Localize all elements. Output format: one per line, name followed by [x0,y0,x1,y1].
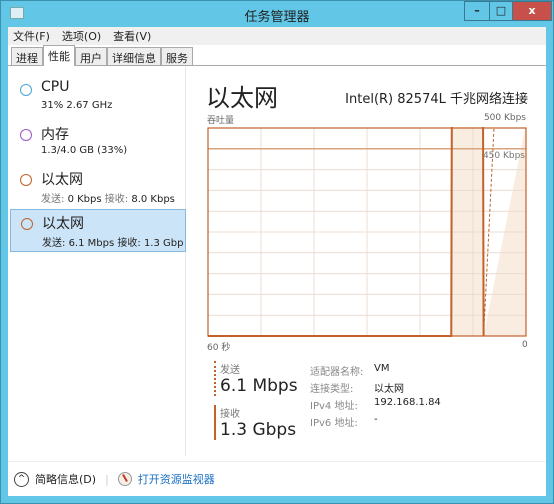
sidebar-item-memory[interactable]: 内存 1.3/4.0 GB (33%) [10,121,186,164]
minimize-button[interactable]: – [464,1,490,21]
maximize-button[interactable]: □ [489,1,513,21]
resource-list: CPU 31% 2.67 GHz 内存 1.3/4.0 GB (33%) 以太网… [8,66,186,456]
y-axis-label: 吞吐量 [207,116,235,126]
chevron-up-icon[interactable]: ^ [14,471,29,487]
receive-stat: 接收 1.3 Gbps [214,405,296,440]
fewer-details-button[interactable]: 简略信息(D) [35,471,96,487]
sidebar-item-ethernet-2[interactable]: 以太网 发送: 6.1 Mbps 接收: 1.3 Gbp [10,209,186,252]
send-label: 发送: [42,238,66,249]
item-name: 以太网 [42,216,84,232]
sidebar-item-ethernet-1[interactable]: 以太网 发送: 0 Kbps 接收: 8.0 Kbps [10,166,186,209]
send-label: 发送 [220,365,240,376]
tab-processes[interactable]: 进程 [11,47,43,65]
recv-label: 接收: [117,238,141,249]
ipv4-label: IPv4 地址: [310,401,358,412]
recv-value: 1.3 Gbp [143,238,184,249]
reference-label: 450 Kbps [482,151,525,161]
tab-details[interactable]: 详细信息 [107,47,161,65]
page-title: 以太网 [206,84,278,112]
adapter-name: Intel(R) 82574L 千兆网络连接 [345,92,528,107]
ipv6-value: - [374,414,378,425]
adapter-name-value: VM [374,363,390,374]
cpu-indicator-icon [20,84,32,96]
item-sub: 发送: 0 Kbps 接收: 8.0 Kbps [41,190,186,205]
tab-performance[interactable]: 性能 [43,45,75,66]
connection-type-value: 以太网 [374,384,404,395]
send-stat: 发送 6.1 Mbps [214,361,298,396]
ethernet-indicator-icon [20,174,32,186]
footer: ^ 简略信息(D) | 打开资源监视器 [8,461,546,496]
performance-panel: CPU 31% 2.67 GHz 内存 1.3/4.0 GB (33%) 以太网… [8,66,546,496]
item-sub: 1.3/4.0 GB (33%) [41,145,128,156]
task-manager-window: 任务管理器 – □ x 文件(F) 选项(O) 查看(V) 进程 性能 用户 详… [0,0,554,504]
item-name: 内存 [41,127,69,143]
send-label: 发送: [41,194,65,205]
open-resource-monitor-link[interactable]: 打开资源监视器 [138,471,215,487]
item-name: 以太网 [41,172,83,188]
title-bar[interactable]: 任务管理器 – □ x [1,1,553,27]
x-left-label: 60 秒 [207,343,231,353]
item-sub: 31% 2.67 GHz [41,100,113,111]
resource-monitor-icon [117,472,132,486]
recv-label: 接收: [104,194,129,205]
item-sub: 发送: 6.1 Mbps 接收: 1.3 Gbp [42,234,187,249]
y-max-label: 500 Kbps [483,113,526,123]
ipv6-label: IPv6 地址: [310,418,358,429]
adapter-name-label: 适配器名称: [310,367,364,378]
send-value: 6.1 Mbps [68,238,115,249]
ethernet-indicator-icon [21,218,33,230]
menu-options[interactable]: 选项(O) [62,28,101,44]
tab-bar: 进程 性能 用户 详细信息 服务 [8,45,546,66]
x-right-label: 0 [522,340,528,350]
menu-file[interactable]: 文件(F) [13,28,50,44]
receive-value: 1.3 Gbps [220,420,297,440]
tab-services[interactable]: 服务 [161,47,193,65]
connection-type-label: 连接类型: [310,384,354,395]
recv-value: 8.0 Kbps [131,194,175,205]
send-value: 6.1 Mbps [220,376,298,396]
memory-indicator-icon [20,129,32,141]
item-name: CPU [41,79,70,95]
send-value: 0 Kbps [67,194,102,205]
sidebar-item-cpu[interactable]: CPU 31% 2.67 GHz [10,76,186,119]
tab-users[interactable]: 用户 [75,47,107,65]
divider: | [105,472,109,486]
receive-label: 接收 [220,409,240,420]
menu-bar: 文件(F) 选项(O) 查看(V) [8,27,546,45]
ipv4-value: 192.168.1.84 [374,397,441,408]
menu-view[interactable]: 查看(V) [113,28,151,44]
close-button[interactable]: x [512,1,552,21]
